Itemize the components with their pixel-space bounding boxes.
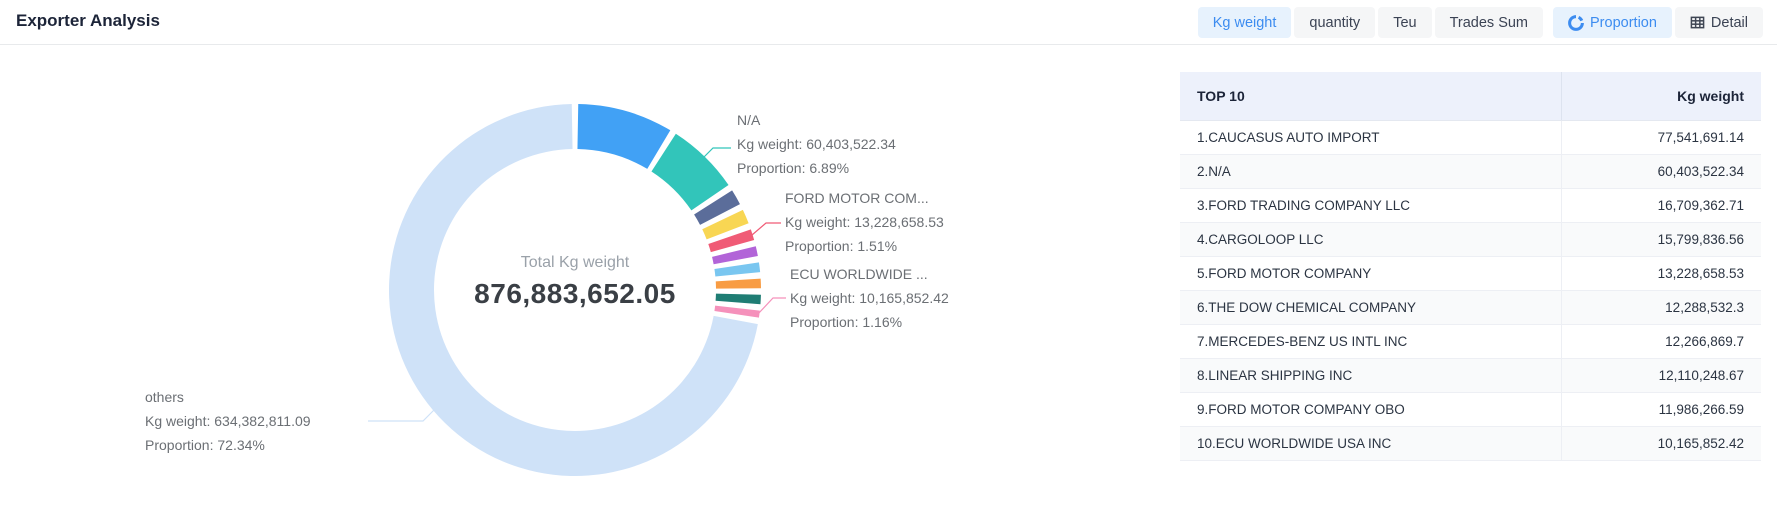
- top10-table: TOP 10 Kg weight 1.CAUCASUS AUTO IMPORT7…: [1180, 72, 1761, 461]
- callout-proportion: Proportion: 1.16%: [790, 310, 949, 334]
- pie-callout-ecu-worldwide: ECU WORLDWIDE ... Kg weight: 10,165,852.…: [790, 262, 949, 334]
- tab-proportion[interactable]: Proportion: [1553, 7, 1672, 38]
- callout-kg-weight: Kg weight: 634,382,811.09: [145, 409, 311, 433]
- kg-weight-cell: 10,165,852.42: [1561, 426, 1761, 460]
- exporter-name-cell: 7.MERCEDES-BENZ US INTL INC: [1180, 324, 1561, 358]
- callout-title: FORD MOTOR COM...: [785, 186, 944, 210]
- exporter-name-cell: 4.CARGOLOOP LLC: [1180, 222, 1561, 256]
- callout-leader-line: [752, 223, 781, 235]
- kg-weight-cell: 60,403,522.34: [1561, 154, 1761, 188]
- callout-leader-line: [368, 410, 434, 421]
- callout-leader-line: [758, 298, 786, 314]
- callout-leader-line: [704, 148, 731, 157]
- table-icon: [1690, 15, 1705, 30]
- kg-weight-cell: 15,799,836.56: [1561, 222, 1761, 256]
- tab-label: Detail: [1711, 15, 1748, 31]
- callout-kg-weight: Kg weight: 13,228,658.53: [785, 210, 944, 234]
- callout-title: ECU WORLDWIDE ...: [790, 262, 949, 286]
- table-row: 6.THE DOW CHEMICAL COMPANY12,288,532.3: [1180, 290, 1761, 324]
- kg-weight-cell: 12,266,869.7: [1561, 324, 1761, 358]
- callout-kg-weight: Kg weight: 60,403,522.34: [737, 132, 896, 156]
- tab-detail[interactable]: Detail: [1675, 7, 1763, 38]
- tab-kg-weight[interactable]: Kg weight: [1198, 7, 1292, 38]
- tab-label: Teu: [1393, 15, 1416, 31]
- callout-proportion: Proportion: 6.89%: [737, 156, 896, 180]
- total-value: 876,883,652.05: [415, 275, 735, 313]
- table-row: 7.MERCEDES-BENZ US INTL INC12,266,869.7: [1180, 324, 1761, 358]
- exporter-donut-chart: Total Kg weight 876,883,652.05 N/A Kg we…: [0, 47, 1160, 517]
- table-header-row: TOP 10 Kg weight: [1180, 72, 1761, 120]
- kg-weight-cell: 16,709,362.71: [1561, 188, 1761, 222]
- pie-callout-na: N/A Kg weight: 60,403,522.34 Proportion:…: [737, 108, 896, 180]
- kg-weight-cell: 13,228,658.53: [1561, 256, 1761, 290]
- view-tab-group: Proportion Detail: [1553, 7, 1763, 38]
- kg-weight-cell: 12,288,532.3: [1561, 290, 1761, 324]
- exporter-name-cell: 10.ECU WORLDWIDE USA INC: [1180, 426, 1561, 460]
- exporter-name-cell: 5.FORD MOTOR COMPANY: [1180, 256, 1561, 290]
- pie-callout-others: others Kg weight: 634,382,811.09 Proport…: [145, 385, 311, 457]
- callout-proportion: Proportion: 72.34%: [145, 433, 311, 457]
- table-row: 1.CAUCASUS AUTO IMPORT77,541,691.14: [1180, 120, 1761, 154]
- exporter-name-cell: 2.N/A: [1180, 154, 1561, 188]
- table-row: 5.FORD MOTOR COMPANY13,228,658.53: [1180, 256, 1761, 290]
- header-tab-groups: Kg weight quantity Teu Trades Sum Proportio…: [1198, 7, 1763, 38]
- tab-label: Trades Sum: [1450, 15, 1528, 31]
- table-row: 3.FORD TRADING COMPANY LLC16,709,362.71: [1180, 188, 1761, 222]
- exporter-name-cell: 6.THE DOW CHEMICAL COMPANY: [1180, 290, 1561, 324]
- table-row: 4.CARGOLOOP LLC15,799,836.56: [1180, 222, 1761, 256]
- callout-kg-weight: Kg weight: 10,165,852.42: [790, 286, 949, 310]
- total-label: Total Kg weight: [415, 251, 735, 275]
- table-row: 10.ECU WORLDWIDE USA INC10,165,852.42: [1180, 426, 1761, 460]
- tab-teu[interactable]: Teu: [1378, 7, 1431, 38]
- callout-title: N/A: [737, 108, 896, 132]
- column-header-top10: TOP 10: [1180, 72, 1561, 120]
- exporter-name-cell: 3.FORD TRADING COMPANY LLC: [1180, 188, 1561, 222]
- tab-label: Proportion: [1590, 15, 1657, 31]
- tab-label: Kg weight: [1213, 15, 1277, 31]
- page-title: Exporter Analysis: [16, 11, 160, 31]
- table-row: 9.FORD MOTOR COMPANY OBO11,986,266.59: [1180, 392, 1761, 426]
- callout-proportion: Proportion: 1.51%: [785, 234, 944, 258]
- kg-weight-cell: 12,110,248.67: [1561, 358, 1761, 392]
- kg-weight-cell: 11,986,266.59: [1561, 392, 1761, 426]
- exporter-name-cell: 8.LINEAR SHIPPING INC: [1180, 358, 1561, 392]
- pie-callout-ford-motor: FORD MOTOR COM... Kg weight: 13,228,658.…: [785, 186, 944, 258]
- tab-quantity[interactable]: quantity: [1294, 7, 1375, 38]
- pie-segment-caucasus-auto-import[interactable]: [577, 104, 670, 169]
- exporter-name-cell: 9.FORD MOTOR COMPANY OBO: [1180, 392, 1561, 426]
- callout-title: others: [145, 385, 311, 409]
- tab-label: quantity: [1309, 15, 1360, 31]
- donut-center-label: Total Kg weight 876,883,652.05: [415, 251, 735, 313]
- kg-weight-cell: 77,541,691.14: [1561, 120, 1761, 154]
- pie-chart-icon: [1568, 15, 1584, 31]
- table-row: 8.LINEAR SHIPPING INC12,110,248.67: [1180, 358, 1761, 392]
- column-header-kg-weight: Kg weight: [1561, 72, 1761, 120]
- exporter-name-cell: 1.CAUCASUS AUTO IMPORT: [1180, 120, 1561, 154]
- table-row: 2.N/A60,403,522.34: [1180, 154, 1761, 188]
- metric-tab-group: Kg weight quantity Teu Trades Sum: [1198, 7, 1543, 38]
- pie-segment-n-a[interactable]: [651, 134, 728, 211]
- header-bar: Exporter Analysis Kg weight quantity Teu Tr…: [0, 0, 1777, 45]
- tab-trades-sum[interactable]: Trades Sum: [1435, 7, 1543, 38]
